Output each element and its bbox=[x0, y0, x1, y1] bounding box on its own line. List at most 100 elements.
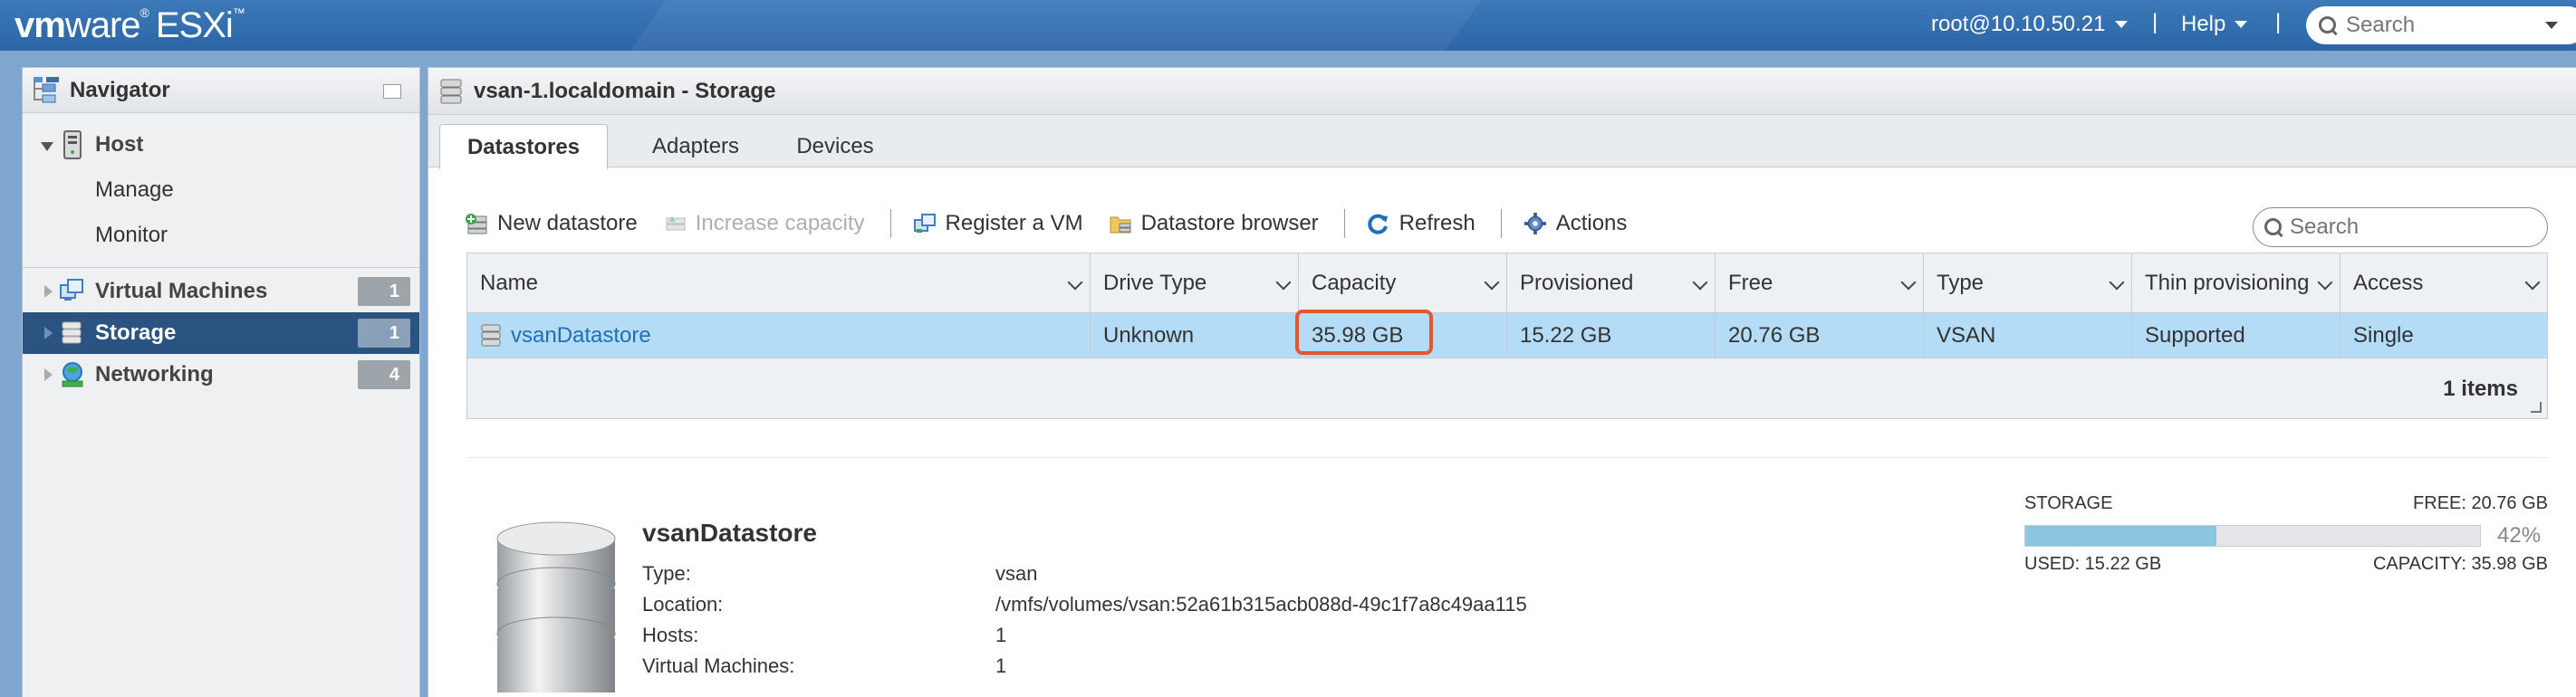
table-row[interactable]: vsanDatastore Unknown 35.98 GB 15.22 GB … bbox=[467, 310, 2547, 358]
cell-drive-type: Unknown bbox=[1091, 313, 1299, 358]
table-header: Name Drive Type Capacity Provisioned Fre… bbox=[467, 253, 2547, 313]
new-datastore-button[interactable]: New datastore bbox=[465, 211, 638, 236]
separator: | bbox=[2275, 10, 2282, 34]
column-header-provisioned[interactable]: Provisioned bbox=[1507, 253, 1716, 313]
column-header-thin-provisioning[interactable]: Thin provisioning bbox=[2132, 253, 2341, 313]
resize-grip-icon[interactable] bbox=[2531, 402, 2542, 413]
chevron-down-icon[interactable] bbox=[1484, 274, 1500, 291]
tab-devices[interactable]: Devices bbox=[776, 124, 894, 169]
top-bar: vmware® ESXi™ root@10.10.50.21 | Help | bbox=[0, 0, 2576, 51]
cell-name: vsanDatastore bbox=[467, 313, 1091, 358]
datastore-search[interactable] bbox=[2253, 207, 2548, 247]
refresh-label: Refresh bbox=[1399, 211, 1475, 235]
chevron-down-icon bbox=[2235, 21, 2248, 28]
nav-item-virtual-machines[interactable]: Virtual Machines 1 bbox=[23, 271, 419, 312]
chevron-down-icon[interactable] bbox=[1900, 274, 1917, 291]
nav-host-label: Host bbox=[95, 132, 144, 157]
register-vm-icon bbox=[913, 214, 936, 233]
register-vm-button[interactable]: Register a VM bbox=[913, 211, 1083, 236]
search-icon bbox=[2319, 16, 2337, 34]
vm-count-badge: 1 bbox=[358, 277, 410, 306]
prop-value-virtual-machines: 1 bbox=[995, 654, 1007, 677]
search-icon bbox=[2264, 218, 2283, 236]
cell-access: Single bbox=[2353, 323, 2414, 348]
user-menu[interactable]: root@10.10.50.21 bbox=[1931, 12, 2128, 37]
nav-manage-label: Manage bbox=[95, 177, 174, 202]
refresh-button[interactable]: Refresh bbox=[1367, 211, 1475, 236]
user-label: root@10.10.50.21 bbox=[1931, 12, 2106, 36]
virtual-machines-icon bbox=[60, 279, 83, 301]
prop-value-hosts: 1 bbox=[995, 624, 1007, 646]
global-search-input[interactable] bbox=[2346, 13, 2545, 38]
nav-monitor-label: Monitor bbox=[95, 223, 168, 247]
column-header-capacity[interactable]: Capacity bbox=[1299, 253, 1507, 313]
chevron-down-icon[interactable] bbox=[2545, 22, 2558, 29]
help-label: Help bbox=[2181, 12, 2226, 36]
chevron-down-icon[interactable] bbox=[2317, 274, 2333, 291]
expand-open-icon[interactable] bbox=[41, 142, 53, 151]
storage-free: FREE: 20.76 GB bbox=[2413, 493, 2548, 513]
chevron-down-icon[interactable] bbox=[2109, 274, 2125, 291]
table-footer: 1 items bbox=[467, 358, 2547, 418]
column-header-name[interactable]: Name bbox=[467, 253, 1091, 313]
datastore-name-link[interactable]: vsanDatastore bbox=[511, 323, 651, 348]
tab-bar: Datastores Adapters Devices bbox=[428, 115, 2576, 169]
increase-capacity-button[interactable]: Increase capacity bbox=[663, 211, 865, 236]
expand-closed-icon[interactable] bbox=[44, 368, 53, 381]
datastore-icon bbox=[481, 324, 501, 347]
nav-item-storage[interactable]: Storage 1 bbox=[23, 312, 419, 354]
datastore-large-icon bbox=[496, 521, 616, 692]
nav-item-manage[interactable]: Manage bbox=[23, 169, 419, 211]
prop-label-location: Location: bbox=[642, 593, 724, 616]
prop-value-type: vsan bbox=[995, 562, 1038, 585]
separator: | bbox=[2152, 10, 2158, 34]
storage-used: USED: 15.22 GB bbox=[2024, 554, 2162, 574]
column-header-access[interactable]: Access bbox=[2341, 253, 2547, 313]
datastore-browser-button[interactable]: Datastore browser bbox=[1109, 211, 1319, 236]
new-datastore-icon bbox=[466, 214, 487, 234]
storage-percent: 42% bbox=[2497, 523, 2542, 548]
global-search[interactable] bbox=[2306, 6, 2576, 44]
chevron-down-icon[interactable] bbox=[2524, 274, 2541, 291]
prop-label-hosts: Hosts: bbox=[642, 624, 699, 646]
help-menu[interactable]: Help bbox=[2181, 12, 2248, 37]
items-count: 1 items bbox=[2443, 377, 2518, 401]
gear-icon bbox=[1523, 213, 1546, 234]
storage-icon bbox=[62, 321, 82, 344]
nav-storage-label: Storage bbox=[95, 320, 177, 345]
chevron-down-icon[interactable] bbox=[1067, 274, 1083, 291]
nav-item-networking[interactable]: Networking 4 bbox=[23, 354, 419, 396]
storage-label: STORAGE bbox=[2024, 493, 2113, 513]
cell-free: 20.76 GB bbox=[1716, 313, 1924, 358]
refresh-icon bbox=[1368, 214, 1388, 234]
column-header-free[interactable]: Free bbox=[1716, 253, 1924, 313]
new-datastore-label: New datastore bbox=[497, 211, 638, 235]
chevron-down-icon[interactable] bbox=[1275, 274, 1292, 291]
datastores-table: Name Drive Type Capacity Provisioned Fre… bbox=[466, 253, 2548, 419]
chevron-down-icon bbox=[2114, 21, 2128, 28]
prop-label-type: Type: bbox=[642, 562, 691, 585]
tab-adapters[interactable]: Adapters bbox=[628, 124, 764, 169]
datastore-browser-icon bbox=[1110, 216, 1131, 234]
expand-closed-icon[interactable] bbox=[44, 285, 53, 298]
nav-item-host[interactable]: Host bbox=[23, 124, 419, 166]
highlight-box bbox=[1295, 310, 1433, 355]
storage-capacity: CAPACITY: 35.98 GB bbox=[2372, 554, 2548, 574]
nav-networking-label: Networking bbox=[95, 362, 214, 387]
expand-closed-icon[interactable] bbox=[44, 327, 53, 339]
increase-capacity-label: Increase capacity bbox=[695, 211, 865, 235]
actions-button[interactable]: Actions bbox=[1523, 211, 1627, 236]
datastore-title: vsanDatastore bbox=[642, 519, 817, 547]
storage-usage: STORAGE FREE: 20.76 GB 42% USED: 15.22 G… bbox=[2024, 493, 2548, 575]
prop-value-location: /vmfs/volumes/vsan:52a61b315acb088d-49c1… bbox=[995, 593, 1527, 616]
datastore-search-input[interactable] bbox=[2290, 215, 2525, 240]
storage-icon bbox=[440, 79, 462, 103]
navigator-header: Navigator bbox=[23, 68, 419, 113]
column-header-type[interactable]: Type bbox=[1924, 253, 2132, 313]
tab-datastores[interactable]: Datastores bbox=[439, 124, 608, 169]
storage-count-badge: 1 bbox=[358, 319, 410, 348]
chevron-down-icon[interactable] bbox=[1692, 274, 1708, 291]
collapse-icon[interactable] bbox=[383, 84, 401, 99]
column-header-drive-type[interactable]: Drive Type bbox=[1091, 253, 1299, 313]
nav-item-monitor[interactable]: Monitor bbox=[23, 215, 419, 256]
